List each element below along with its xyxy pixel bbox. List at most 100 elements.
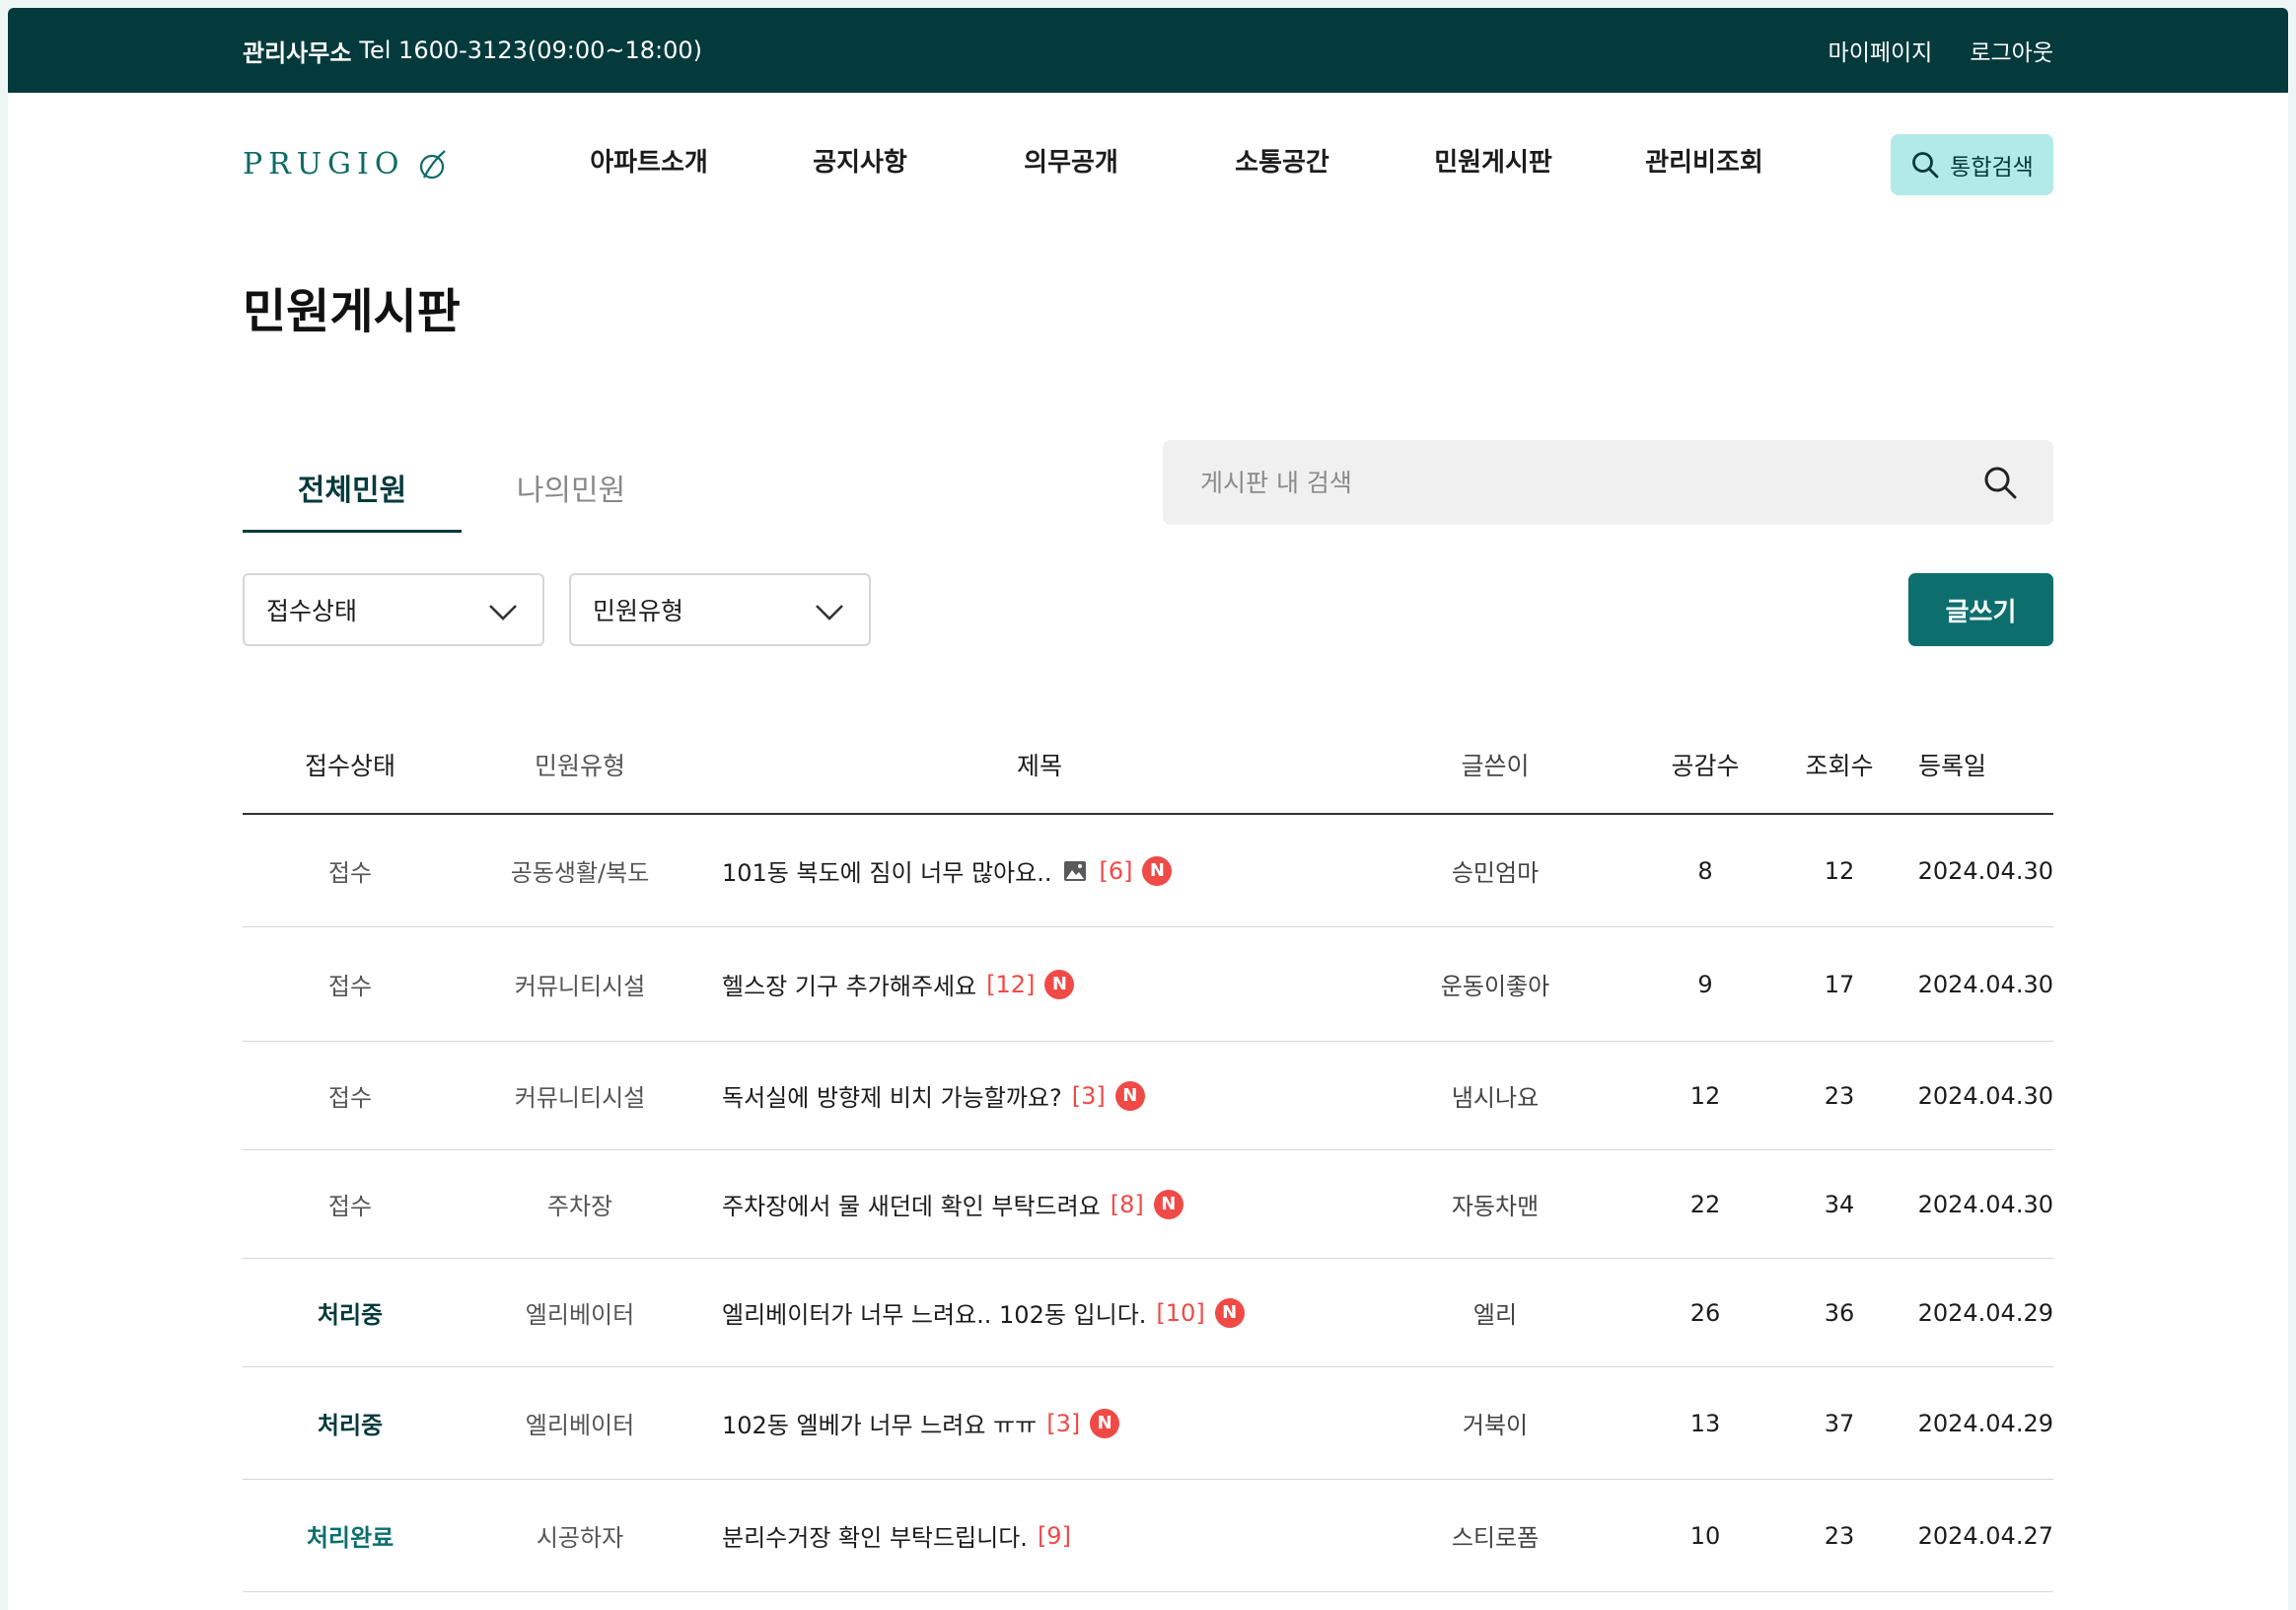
- tab-my-complaints[interactable]: 나의민원: [462, 442, 681, 533]
- row-views: 23: [1824, 1081, 1855, 1110]
- write-button[interactable]: 글쓰기: [1908, 573, 2053, 646]
- row-likes: 9: [1697, 970, 1713, 998]
- row-status: 접수: [327, 859, 373, 887]
- nav-item-5[interactable]: 관리비조회: [1599, 142, 1810, 179]
- row-likes: 22: [1689, 1190, 1721, 1218]
- row-author: 자동차맨: [1451, 1193, 1540, 1220]
- row-title: 엘리베이터가 너무 느려요.. 102동 입니다. [10] N: [702, 1295, 1377, 1330]
- table-row[interactable]: 처리중 엘리베이터 엘리베이터가 너무 느려요.. 102동 입니다. [10] N 엘리…: [243, 1259, 2053, 1367]
- row-title-link[interactable]: 102동 엘베가 너무 느려요 ㅠㅠ: [722, 1406, 1037, 1440]
- nav-item-2[interactable]: 의무공개: [966, 142, 1177, 179]
- board-search-box: [1163, 440, 2053, 525]
- page-frame: 관리사무소 Tel 1600-3123(09:00~18:00) 마이페이지 로…: [8, 8, 2288, 1610]
- logo-mark-icon: [420, 149, 447, 179]
- row-title-link[interactable]: 주차장에서 물 새던데 확인 부탁드려요: [722, 1187, 1101, 1221]
- row-date: 2024.04.27: [1917, 1521, 2053, 1550]
- comment-count: [6]: [1099, 856, 1133, 885]
- row-title: 102동 엘베가 너무 느려요 ㅠㅠ [3] N: [702, 1406, 1377, 1440]
- new-badge: N: [1142, 855, 1173, 886]
- office-label: 관리사무소: [243, 38, 352, 67]
- search-icon: [1912, 152, 1939, 179]
- integrated-search-label: 통합검색: [1950, 155, 2034, 181]
- row-title-link[interactable]: 엘리베이터가 너무 느려요.. 102동 입니다.: [722, 1295, 1146, 1330]
- table-header: 접수상태 민원유형 제목 글쓴이 공감수 조회수 등록일: [243, 716, 2053, 815]
- table-row[interactable]: 접수 공동생활/복도 101동 복도에 짐이 너무 많아요.. [6] N 승민엄마 8 12…: [243, 815, 2053, 927]
- row-views: 37: [1824, 1409, 1855, 1437]
- row-title: 헬스장 기구 추가해주세요 [12] N: [702, 967, 1377, 1001]
- row-likes: 26: [1689, 1298, 1721, 1327]
- row-title: 분리수거장 확인 부탁드립니다. [9]: [702, 1518, 1377, 1553]
- logout-link[interactable]: 로그아웃: [1970, 34, 2053, 67]
- row-type: 공동생활/복도: [510, 859, 650, 887]
- office-tel: Tel 1600-3123(09:00~18:00): [359, 37, 703, 64]
- table-row[interactable]: 처리중 엘리베이터 102동 엘베가 너무 느려요 ㅠㅠ [3] N 거북이 13 37 202…: [243, 1367, 2053, 1480]
- table-row[interactable]: 접수 커뮤니티시설 독서실에 방향제 비치 가능할까요? [3] N 냄시나요 12 23 20…: [243, 1042, 2053, 1150]
- row-date: 2024.04.29: [1917, 1298, 2053, 1327]
- nav-item-1[interactable]: 공지사항: [754, 142, 966, 179]
- main-nav: 아파트소개 공지사항 의무공개 소통공간 민원게시판 관리비조회: [543, 93, 1810, 227]
- row-status: 접수: [327, 973, 373, 1000]
- row-title: 독서실에 방향제 비치 가능할까요? [3] N: [702, 1078, 1377, 1113]
- site-header: PRUGIO 아파트소개 공지사항 의무공개 소통공간 민원게시판 관리비조회 통합검색: [8, 93, 2288, 241]
- comment-count: [3]: [1046, 1409, 1081, 1437]
- new-badge: N: [1114, 1080, 1145, 1111]
- row-likes: 12: [1689, 1081, 1721, 1110]
- row-date: 2024.04.30: [1917, 1190, 2053, 1218]
- row-likes: 13: [1689, 1409, 1721, 1437]
- col-header-likes: 공감수: [1671, 752, 1740, 780]
- tab-all-complaints[interactable]: 전체민원: [243, 442, 462, 533]
- status-filter-value: 접수상태: [266, 597, 358, 625]
- comment-count: [9]: [1037, 1521, 1071, 1550]
- row-title-link[interactable]: 분리수거장 확인 부탁드립니다.: [722, 1518, 1028, 1553]
- mypage-link[interactable]: 마이페이지: [1829, 34, 1933, 67]
- row-type: 엘리베이터: [525, 1412, 635, 1439]
- row-title: 주차장에서 물 새던데 확인 부탁드려요 [8] N: [702, 1187, 1377, 1221]
- row-type: 시공하자: [536, 1524, 624, 1552]
- row-status: 접수: [327, 1084, 373, 1112]
- complaint-table: 접수상태 민원유형 제목 글쓴이 공감수 조회수 등록일 접수 공동생활/복도 10…: [243, 716, 2053, 1592]
- row-title-link[interactable]: 헬스장 기구 추가해주세요: [722, 967, 976, 1001]
- col-header-views: 조회수: [1805, 752, 1874, 780]
- row-author: 엘리: [1472, 1301, 1518, 1329]
- table-row[interactable]: 접수 주차장 주차장에서 물 새던데 확인 부탁드려요 [8] N 자동차맨 22 34 202…: [243, 1150, 2053, 1259]
- col-header-title: 제목: [1016, 752, 1062, 780]
- chevron-down-icon: [489, 605, 517, 621]
- row-likes: 10: [1689, 1521, 1721, 1550]
- integrated-search-button[interactable]: 통합검색: [1891, 134, 2053, 195]
- office-contact: 관리사무소 Tel 1600-3123(09:00~18:00): [243, 8, 702, 93]
- row-type: 엘리베이터: [525, 1301, 635, 1329]
- row-date: 2024.04.29: [1917, 1409, 2053, 1437]
- comment-count: [12]: [986, 970, 1036, 998]
- row-title-link[interactable]: 독서실에 방향제 비치 가능할까요?: [722, 1078, 1062, 1113]
- col-header-status: 접수상태: [304, 752, 395, 780]
- new-badge: N: [1153, 1189, 1184, 1219]
- type-filter-value: 민원유형: [593, 597, 684, 625]
- new-badge: N: [1044, 969, 1075, 999]
- image-attachment-icon: [1064, 860, 1087, 881]
- nav-item-4[interactable]: 민원게시판: [1388, 142, 1599, 179]
- nav-item-0[interactable]: 아파트소개: [543, 142, 754, 179]
- nav-item-3[interactable]: 소통공간: [1177, 142, 1388, 179]
- search-icon[interactable]: [1982, 465, 2018, 500]
- user-links: 마이페이지 로그아웃: [1829, 8, 2053, 93]
- row-status: 접수: [327, 1193, 373, 1220]
- table-row[interactable]: 접수 커뮤니티시설 헬스장 기구 추가해주세요 [12] N 운동이좋아 9 17 2024.0…: [243, 927, 2053, 1042]
- row-type: 커뮤니티시설: [514, 973, 646, 1000]
- row-views: 23: [1824, 1521, 1855, 1550]
- row-title-link[interactable]: 101동 복도에 짐이 너무 많아요..: [722, 853, 1051, 888]
- logo-text: PRUGIO: [243, 147, 405, 182]
- logo[interactable]: PRUGIO: [243, 147, 448, 182]
- table-row[interactable]: 처리완료 시공하자 분리수거장 확인 부탁드립니다. [9] 스티로폼 10 23 2024.…: [243, 1480, 2053, 1592]
- row-author: 스티로폼: [1451, 1524, 1540, 1552]
- chevron-down-icon: [816, 605, 843, 621]
- row-likes: 8: [1697, 856, 1713, 885]
- row-date: 2024.04.30: [1917, 1081, 2053, 1110]
- row-views: 36: [1824, 1298, 1855, 1327]
- row-views: 12: [1824, 856, 1855, 885]
- row-author: 거북이: [1462, 1412, 1529, 1439]
- col-header-date: 등록일: [1917, 752, 1986, 780]
- new-badge: N: [1214, 1297, 1245, 1328]
- board-search-input[interactable]: [1163, 440, 1952, 525]
- type-filter-select[interactable]: 민원유형: [569, 573, 871, 646]
- status-filter-select[interactable]: 접수상태: [243, 573, 544, 646]
